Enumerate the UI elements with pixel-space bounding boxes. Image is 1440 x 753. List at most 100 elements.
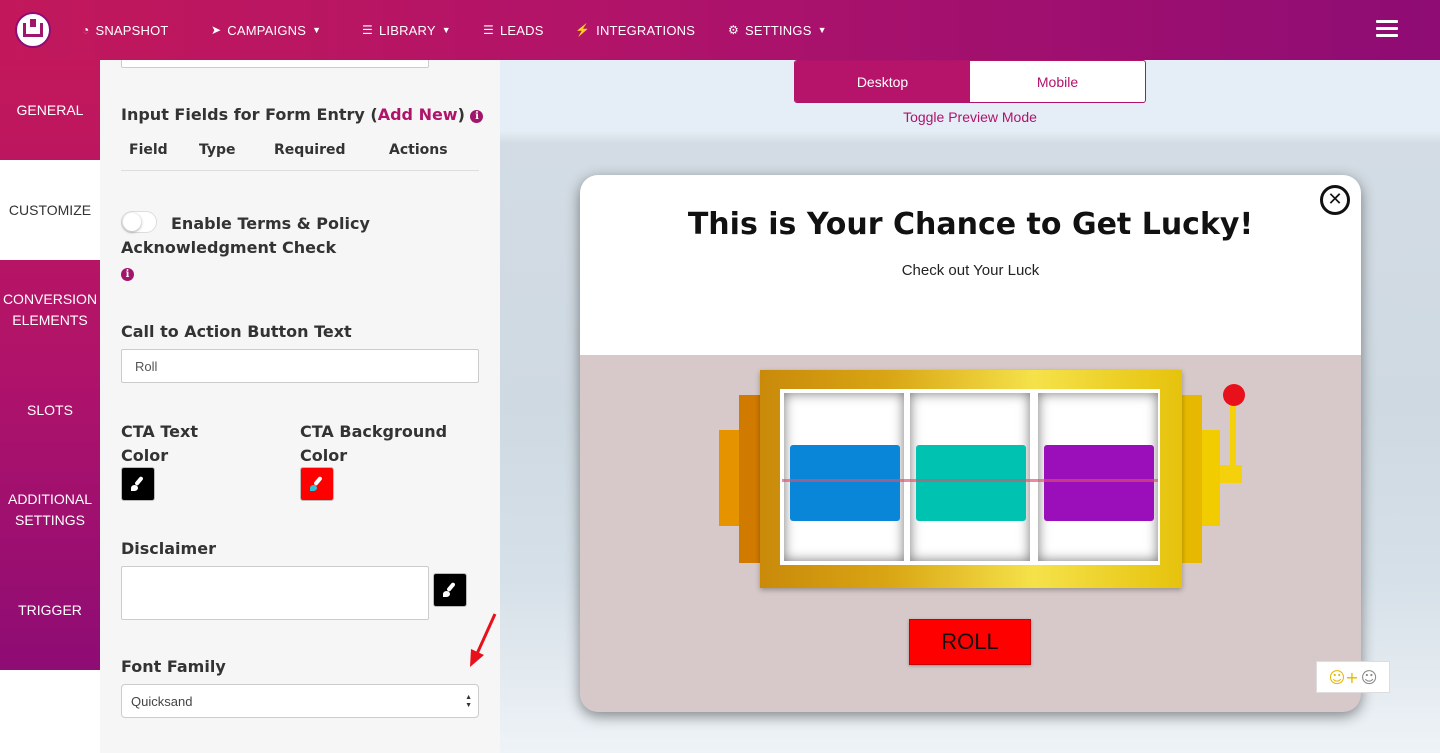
nav-integrations-label: INTEGRATIONS — [596, 22, 696, 38]
disclaimer-textarea[interactable] — [121, 566, 429, 620]
sidebar-tab-customize[interactable]: CUSTOMIZE — [0, 160, 100, 260]
column-header-required: Required — [274, 142, 346, 158]
hamburger-bar — [1376, 34, 1398, 37]
sidebar-tab-general[interactable]: GENERAL — [0, 60, 100, 160]
editor-sidebar: GENERAL CUSTOMIZE CONVERSION ELEMENTS SL… — [0, 60, 100, 670]
top-navbar: ◔ SNAPSHOT ➤ CAMPAIGNS ▼ ☰ LIBRARY ▼ ☰ L… — [0, 0, 1440, 60]
reel-symbol — [916, 445, 1026, 521]
mobile-mode-button[interactable]: Mobile — [970, 61, 1145, 102]
sidebar-tab-label: TRIGGER — [18, 601, 82, 618]
slot-popup: This is Your Chance to Get Lucky! Check … — [580, 175, 1361, 712]
sidebar-tab-slots[interactable]: SLOTS — [0, 360, 100, 460]
slot-payline — [782, 479, 1158, 482]
paint-brush-icon — [310, 477, 324, 491]
dashboard-icon: ◔ — [82, 23, 90, 37]
input-fields-heading: Input Fields for Form Entry (Add New) i — [121, 105, 484, 124]
roll-button[interactable]: ROLL — [909, 619, 1031, 665]
info-icon[interactable]: i — [121, 268, 134, 281]
font-family-label: Font Family — [121, 657, 226, 676]
cta-bg-color-swatch[interactable] — [300, 467, 334, 501]
chevron-down-icon: ▼ — [441, 25, 451, 35]
nav-campaigns[interactable]: ➤ CAMPAIGNS ▼ — [211, 0, 321, 60]
slot-right-ear-outer — [1202, 430, 1220, 526]
hamburger-menu-icon[interactable] — [1376, 20, 1398, 38]
sidebar-tab-conversion-elements[interactable]: CONVERSION ELEMENTS — [0, 260, 100, 360]
desktop-mode-button[interactable]: Desktop — [795, 61, 970, 102]
preview-mode-toggle: Desktop Mobile — [794, 60, 1146, 103]
popup-subtitle: Check out Your Luck — [901, 262, 1040, 279]
column-header-actions: Actions — [389, 142, 448, 158]
font-family-value: Quicksand — [131, 693, 193, 709]
paint-brush-icon — [131, 477, 145, 491]
slot-lever[interactable] — [1230, 401, 1236, 471]
slot-reel — [784, 393, 904, 561]
hamburger-bar — [1376, 20, 1398, 23]
slot-lever-knob[interactable] — [1223, 384, 1245, 406]
select-arrows-icon: ▲ ▼ — [465, 694, 472, 709]
nav-settings-label: SETTINGS — [744, 22, 812, 38]
column-header-field: Field — [129, 142, 168, 158]
smiley-icon: ☺ — [1360, 667, 1378, 687]
sidebar-tab-label: GENERAL — [16, 101, 84, 118]
nav-library-label: LIBRARY — [378, 22, 436, 38]
font-family-select[interactable]: Quicksand ▲ ▼ — [121, 684, 479, 718]
cta-text-color-swatch[interactable] — [121, 467, 155, 501]
disclaimer-color-swatch[interactable] — [433, 573, 467, 607]
nav-leads-label: LEADS — [499, 22, 544, 38]
table-divider — [121, 170, 479, 171]
terms-policy-label: Enable Terms & Policy Acknowledgment Che… — [121, 214, 370, 257]
nav-snapshot[interactable]: ◔ SNAPSHOT — [82, 0, 169, 60]
slot-reel — [910, 393, 1030, 561]
column-header-type: Type — [199, 142, 236, 158]
slot-left-ear-outer — [719, 430, 739, 526]
logo-mark — [23, 19, 43, 37]
input-fields-title-close: ) — [457, 105, 465, 124]
slot-lever-base — [1220, 465, 1242, 483]
customize-panel: Input Fields for Form Entry (Add New) i … — [100, 60, 500, 753]
annotation-arrow-icon — [470, 613, 497, 667]
slot-machine-frame — [760, 370, 1182, 588]
plug-icon: ⚡ — [575, 23, 591, 37]
cta-text-color-label: CTA Text Color — [121, 422, 198, 465]
hamburger-bar — [1376, 27, 1398, 30]
slot-right-ear-inner — [1182, 395, 1202, 563]
cta-text-input[interactable]: Roll — [121, 349, 479, 383]
list-icon: ☰ — [362, 23, 373, 37]
nav-settings[interactable]: ⚙ SETTINGS ▼ — [728, 0, 827, 60]
previous-textarea[interactable] — [121, 60, 429, 68]
nav-library[interactable]: ☰ LIBRARY ▼ — [362, 0, 451, 60]
nav-snapshot-label: SNAPSHOT — [95, 22, 169, 38]
app-logo[interactable] — [15, 12, 51, 48]
sidebar-tab-additional-settings[interactable]: ADDITIONAL SETTINGS — [0, 460, 100, 560]
slot-reel — [1038, 393, 1158, 561]
gears-icon: ⚙ — [728, 23, 739, 37]
nav-campaigns-label: CAMPAIGNS — [227, 22, 307, 38]
reel-symbol — [790, 445, 900, 521]
popup-title: This is Your Chance to Get Lucky! — [687, 207, 1254, 242]
add-new-field-link[interactable]: Add New — [378, 105, 458, 124]
slot-left-ear-inner — [739, 395, 760, 563]
cta-text-label: Call to Action Button Text — [121, 322, 352, 341]
paint-brush-icon — [443, 583, 457, 597]
info-icon[interactable]: i — [470, 110, 484, 123]
sidebar-tab-label: ADDITIONAL SETTINGS — [7, 491, 92, 528]
disclaimer-label: Disclaimer — [121, 539, 216, 558]
nav-integrations[interactable]: ⚡ INTEGRATIONS — [575, 0, 695, 60]
smiley-add-icon: ☺+ — [1328, 667, 1359, 687]
sidebar-tab-trigger[interactable]: TRIGGER — [0, 560, 100, 660]
sidebar-tab-label: CUSTOMIZE — [8, 201, 92, 218]
paper-plane-icon: ➤ — [211, 23, 222, 37]
input-fields-title: Input Fields for Form Entry ( — [121, 105, 378, 124]
reel-symbol — [1044, 445, 1154, 521]
nav-leads[interactable]: ☰ LEADS — [483, 0, 544, 60]
sidebar-tab-label: CONVERSION ELEMENTS — [2, 291, 98, 328]
sidebar-tab-label: SLOTS — [27, 401, 73, 418]
chevron-down-icon: ▼ — [817, 25, 827, 35]
emoji-reaction-widget[interactable]: ☺+ ☺ — [1316, 661, 1390, 693]
list-icon: ☰ — [483, 23, 494, 37]
sidebar-spacer — [0, 670, 100, 753]
slot-reels-window — [780, 389, 1160, 565]
preview-area: Desktop Mobile Toggle Preview Mode This … — [500, 60, 1440, 753]
toggle-preview-caption: Toggle Preview Mode — [903, 109, 1037, 125]
close-icon[interactable]: ✕ — [1320, 185, 1350, 215]
